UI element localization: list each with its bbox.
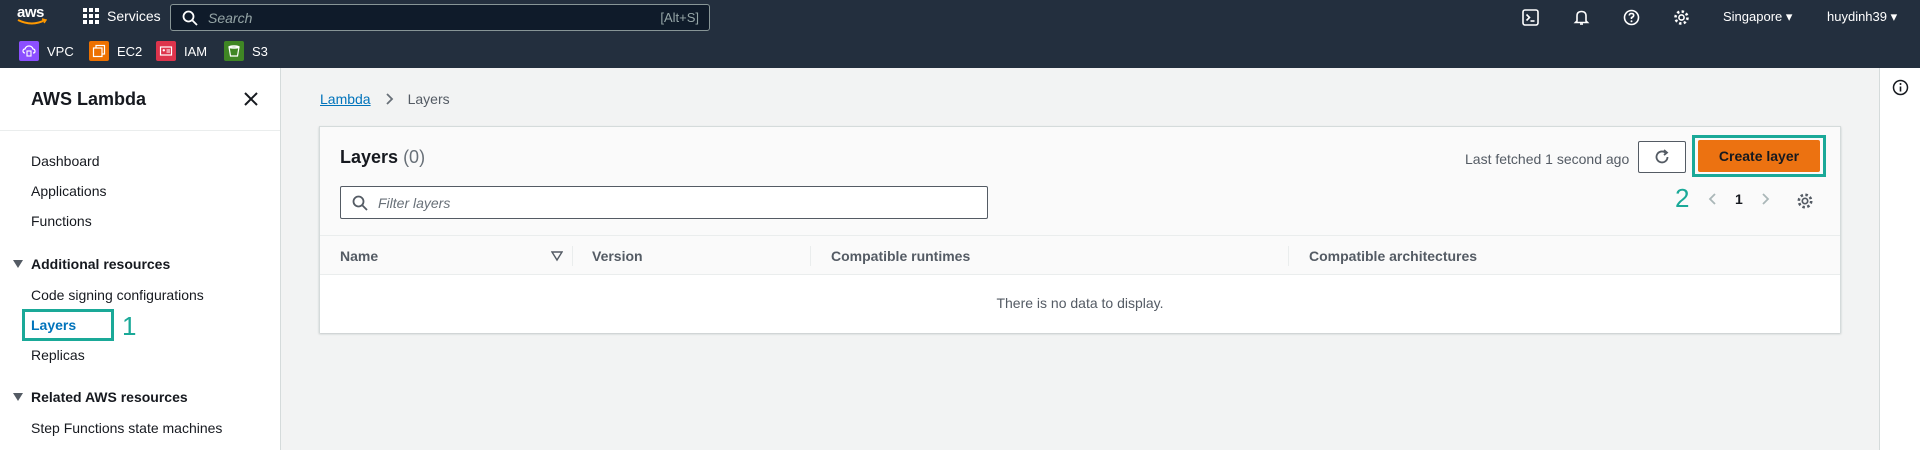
- vpc-icon: [19, 41, 39, 61]
- info-icon[interactable]: [1892, 79, 1909, 96]
- sidebar-item-code-signing-configurations[interactable]: Code signing configurations: [31, 287, 204, 303]
- favorite-label: VPC: [47, 43, 74, 59]
- breadcrumb-current: Layers: [407, 91, 450, 107]
- region-selector[interactable]: Singapore ▾: [1723, 9, 1792, 25]
- sidebar-item-dashboard[interactable]: Dashboard: [31, 153, 100, 169]
- column-header-compatible-architectures[interactable]: Compatible architectures: [1309, 248, 1477, 264]
- table-body: There is no data to display.: [320, 275, 1840, 333]
- section-label: Additional resources: [31, 256, 171, 272]
- favorite-label: IAM: [184, 43, 208, 59]
- layers-heading: Layers (0): [340, 147, 425, 168]
- settings-icon[interactable]: [1796, 192, 1814, 210]
- favorite-ec2[interactable]: EC2: [89, 41, 142, 61]
- column-header-name[interactable]: Name: [340, 248, 378, 264]
- sidebar: AWS Lambda Dashboard Applications Functi…: [0, 68, 281, 450]
- filter-layers-input[interactable]: [378, 194, 958, 211]
- sidebar-item-functions[interactable]: Functions: [31, 213, 92, 229]
- caret-down-icon: [13, 393, 23, 401]
- create-layer-button[interactable]: Create layer: [1698, 140, 1820, 172]
- last-fetched-text: Last fetched 1 second ago: [1465, 151, 1630, 167]
- services-label: Services: [107, 8, 161, 24]
- breadcrumb-lambda-link[interactable]: Lambda: [320, 91, 371, 107]
- s3-icon: [224, 41, 244, 61]
- layers-count: (0): [403, 147, 426, 167]
- sidebar-divider: [0, 130, 280, 131]
- column-header-version[interactable]: Version: [592, 248, 643, 264]
- account-menu[interactable]: huydinh39 ▾: [1827, 9, 1897, 25]
- cloudshell-icon[interactable]: [1522, 9, 1539, 26]
- step-annotation-1: 1: [122, 311, 137, 341]
- column-divider: [810, 246, 811, 266]
- chevron-right-icon[interactable]: [1761, 192, 1770, 206]
- settings-icon[interactable]: [1673, 9, 1690, 26]
- caret-down-icon: [13, 260, 23, 268]
- close-icon[interactable]: [242, 90, 260, 108]
- services-menu-button[interactable]: Services: [83, 8, 161, 24]
- column-divider: [1288, 246, 1289, 266]
- sidebar-item-applications[interactable]: Applications: [31, 183, 107, 199]
- favorite-label: EC2: [117, 43, 143, 59]
- search-shortcut-hint: [Alt+S]: [660, 10, 699, 25]
- refresh-icon: [1655, 149, 1669, 164]
- iam-icon: [156, 41, 176, 61]
- favorite-vpc[interactable]: VPC: [19, 41, 74, 61]
- step-annotation-2: 2: [1675, 183, 1690, 213]
- help-panel-rail: [1879, 68, 1920, 450]
- column-divider: [572, 246, 573, 266]
- aws-logo[interactable]: aws: [17, 5, 51, 28]
- help-icon[interactable]: [1623, 9, 1640, 26]
- breadcrumb: Lambda Layers: [320, 91, 450, 107]
- table-header: Name Version Compatible runtimes Compati…: [320, 235, 1840, 275]
- layers-title: Layers: [340, 147, 399, 167]
- top-navigation-bar: aws Services [Alt+S] Singapore ▾ huydinh…: [0, 0, 1920, 34]
- sidebar-section-additional-resources[interactable]: Additional resources: [13, 256, 170, 272]
- sort-descending-icon[interactable]: [551, 250, 563, 262]
- global-search-input[interactable]: [208, 9, 628, 26]
- pagination: 1: [1708, 191, 1770, 207]
- current-page-number[interactable]: 1: [1735, 191, 1743, 207]
- favorite-s3[interactable]: S3: [224, 41, 268, 61]
- column-header-compatible-runtimes[interactable]: Compatible runtimes: [831, 248, 970, 264]
- sidebar-item-step-functions-state-machines[interactable]: Step Functions state machines: [31, 420, 222, 436]
- search-icon: [182, 10, 198, 26]
- refresh-button[interactable]: [1638, 141, 1686, 173]
- global-search-box[interactable]: [Alt+S]: [170, 4, 710, 31]
- bell-icon[interactable]: [1573, 9, 1590, 26]
- ec2-icon: [89, 41, 109, 61]
- layers-table-container: Layers (0) Last fetched 1 second ago Cre…: [319, 126, 1841, 333]
- favorite-iam[interactable]: IAM: [156, 41, 207, 61]
- filter-layers-box[interactable]: [340, 186, 988, 219]
- sidebar-item-replicas[interactable]: Replicas: [31, 347, 85, 363]
- empty-state-text: There is no data to display.: [996, 295, 1164, 311]
- grid-icon: [83, 8, 99, 24]
- favorites-bar: VPC EC2 IAM S3: [0, 34, 1920, 68]
- sidebar-section-related-aws-resources[interactable]: Related AWS resources: [13, 389, 188, 405]
- chevron-right-icon: [385, 93, 393, 105]
- search-icon: [352, 195, 368, 211]
- chevron-left-icon[interactable]: [1708, 192, 1717, 206]
- sidebar-title: AWS Lambda: [31, 89, 147, 109]
- favorite-label: S3: [252, 43, 268, 59]
- section-label: Related AWS resources: [31, 389, 188, 405]
- highlight-box-layers: [22, 309, 114, 341]
